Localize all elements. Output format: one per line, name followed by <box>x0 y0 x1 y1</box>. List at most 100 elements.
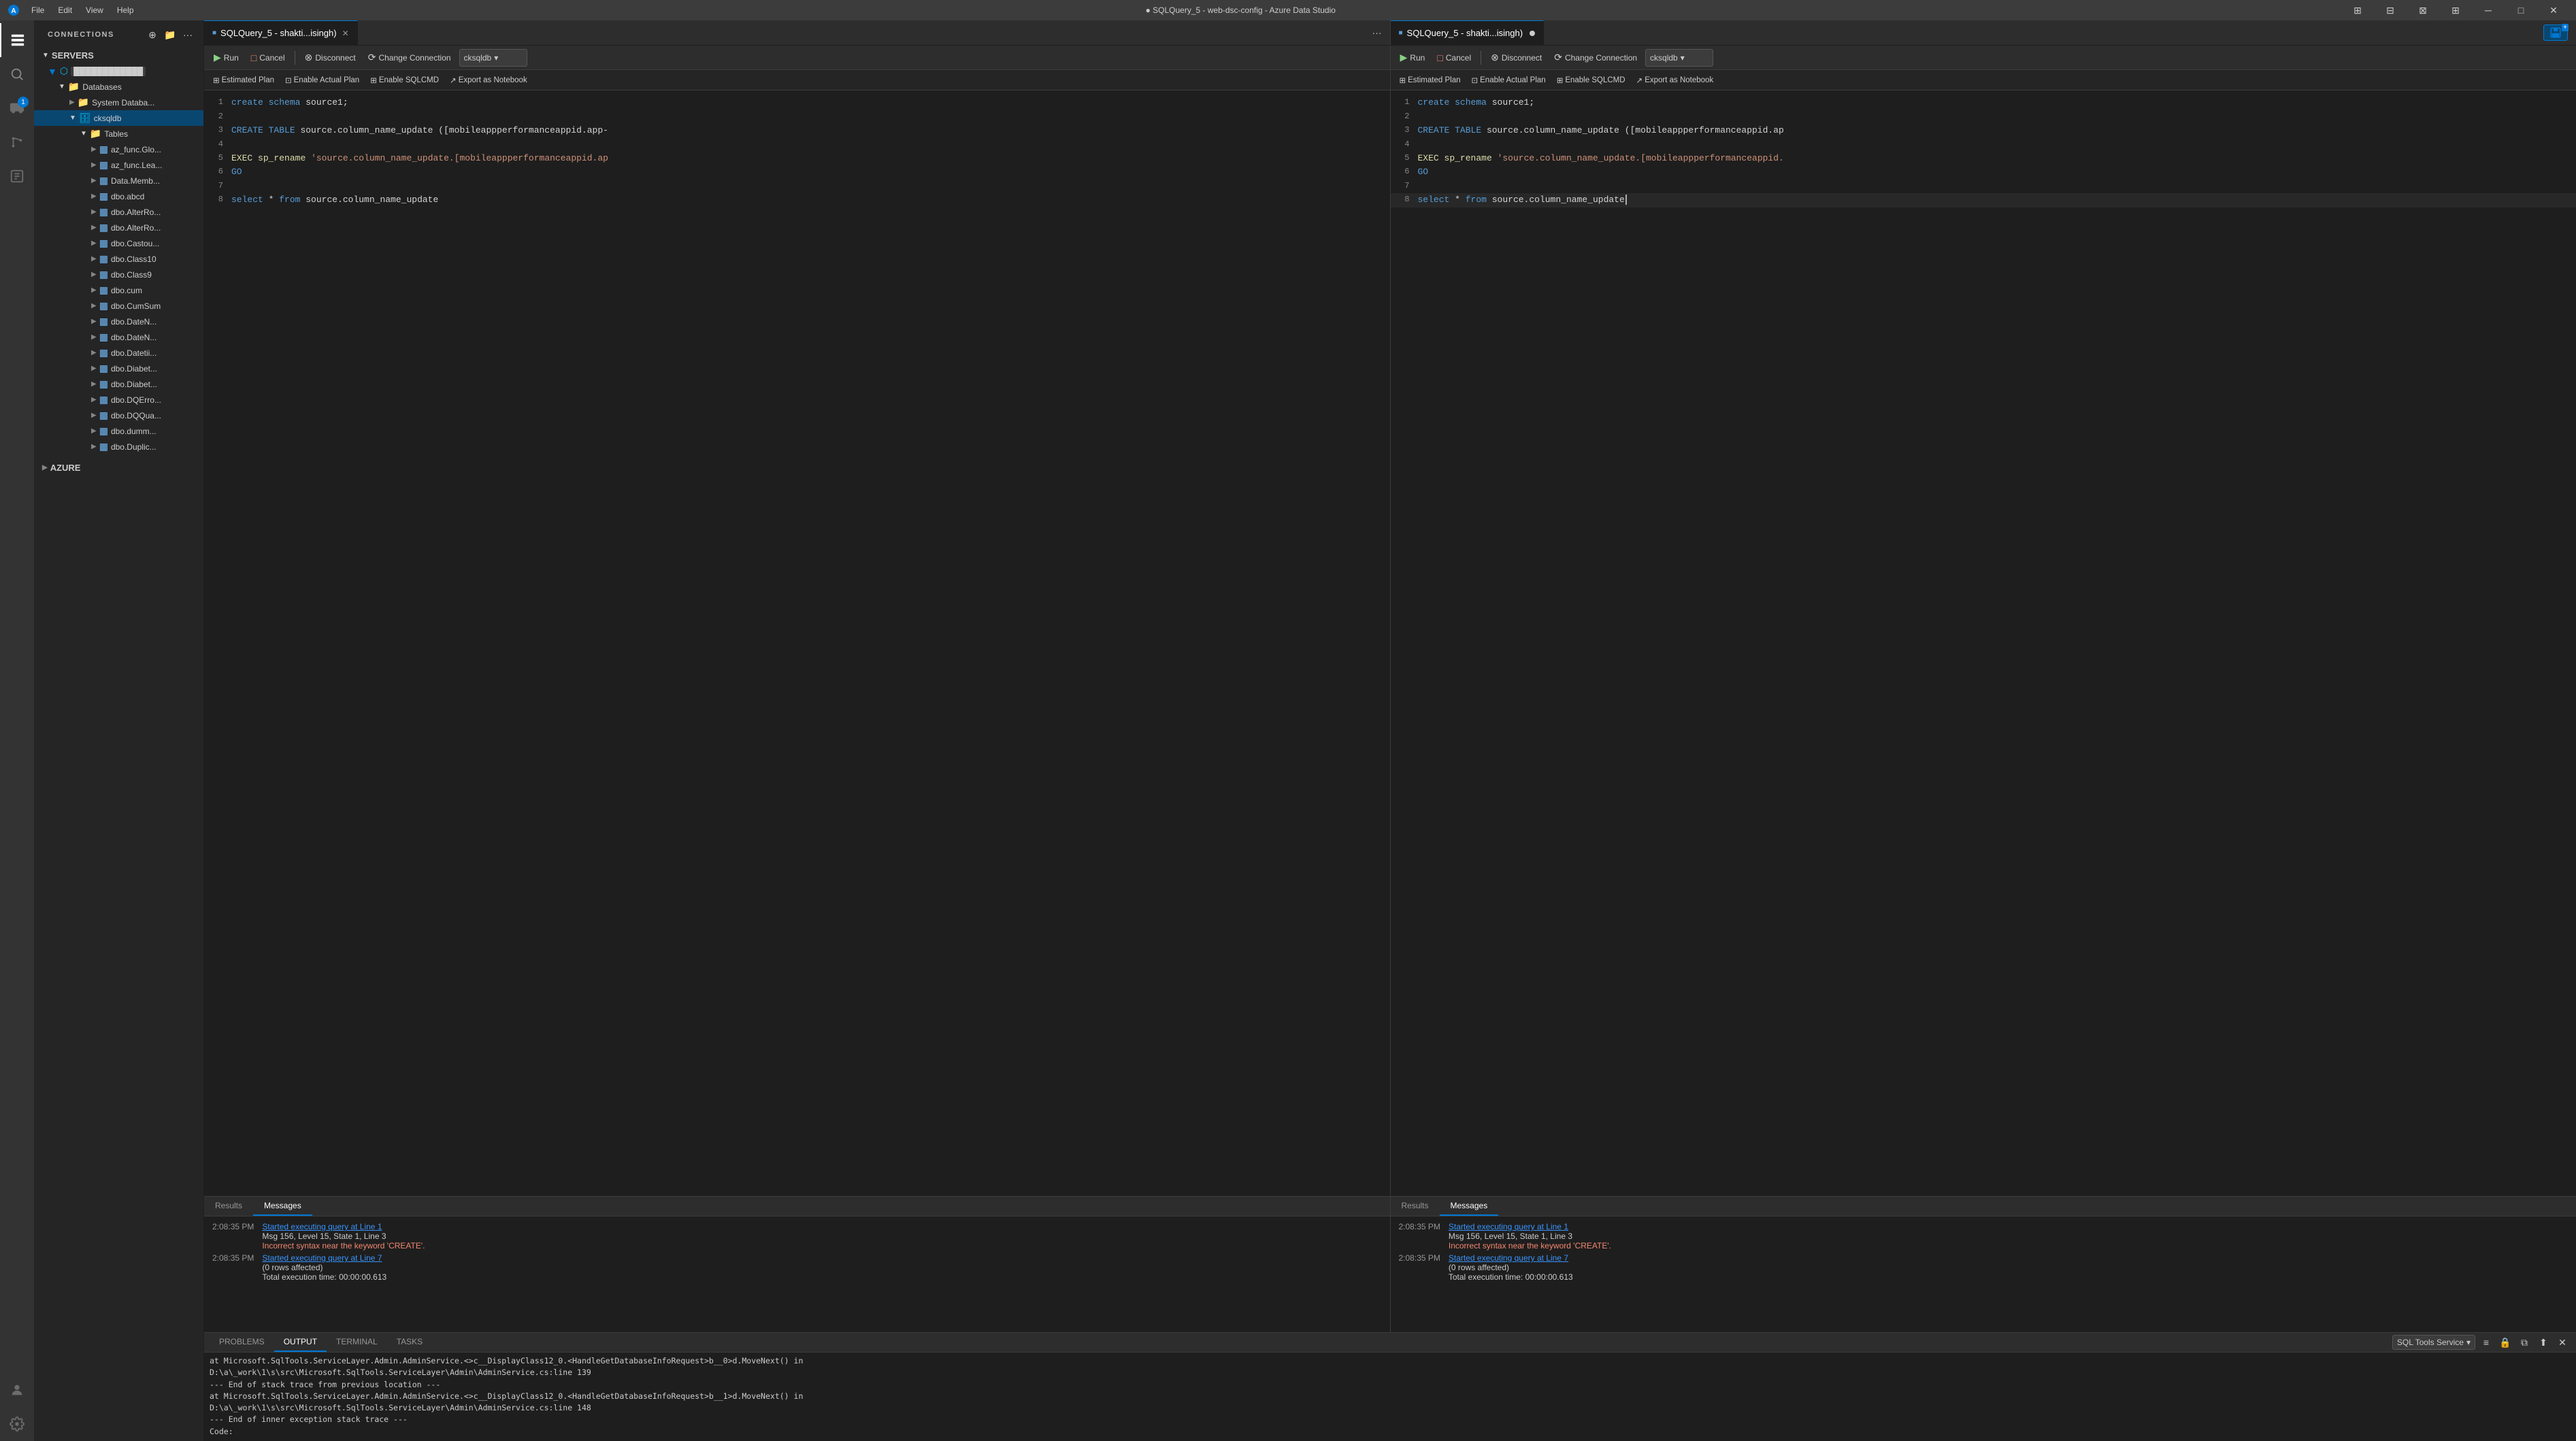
left-tab[interactable]: ■ SQLQuery_5 - shakti...isingh) ✕ <box>204 20 358 45</box>
menu-view[interactable]: View <box>80 4 109 16</box>
bottom-tab-problems[interactable]: PROBLEMS <box>210 1333 274 1352</box>
table-item[interactable]: ▶ ▦ dbo.DQErro... <box>34 392 203 408</box>
close-button[interactable]: ✕ <box>2538 0 2569 20</box>
split-editor-icon[interactable]: ⊟ <box>2375 0 2406 20</box>
msg-link[interactable]: Started executing query at Line 1 <box>262 1222 382 1231</box>
lock-button[interactable]: 🔒 <box>2497 1334 2513 1351</box>
right-actual-plan-button[interactable]: ⊡ Enable Actual Plan <box>1468 74 1549 86</box>
list-view-button[interactable]: ≡ <box>2478 1334 2494 1351</box>
bottom-tab-terminal[interactable]: TERMINAL <box>327 1333 387 1352</box>
cksqldb-item[interactable]: ▼ 🗄 cksqldb <box>34 110 203 126</box>
left-results-panel: Results Messages 2:08:35 PM Started exec… <box>204 1196 1390 1332</box>
table-item[interactable]: ▶ ▦ dbo.AlterRo... <box>34 220 203 235</box>
table-item[interactable]: ▶ ▦ dbo.Diabet... <box>34 361 203 376</box>
table-icon: ▦ <box>99 378 108 390</box>
activity-extensions[interactable]: 1 <box>0 91 34 125</box>
azure-section-header[interactable]: ▶ AZURE <box>34 460 203 476</box>
left-run-button[interactable]: ▶ Run <box>210 50 243 65</box>
left-code-editor[interactable]: 1 create schema source1; 2 3 CREATE TABL… <box>204 90 1390 1196</box>
table-item[interactable]: ▶ ▦ dbo.Castou... <box>34 235 203 251</box>
extensions-badge: 1 <box>18 97 29 107</box>
right-code-editor[interactable]: 1 create schema source1; 2 3 CREATE TABL… <box>1391 90 2576 1196</box>
clear-output-button[interactable]: ⬆ <box>2535 1334 2552 1351</box>
left-results-tab[interactable]: Results <box>204 1197 253 1216</box>
servers-section-header[interactable]: ▼ SERVERS <box>34 48 203 63</box>
left-estimated-plan-button[interactable]: ⊞ Estimated Plan <box>210 74 278 86</box>
menu-help[interactable]: Help <box>112 4 139 16</box>
maximize-button[interactable]: □ <box>2505 0 2537 20</box>
service-dropdown[interactable]: SQL Tools Service ▾ <box>2392 1335 2475 1350</box>
right-results-tab[interactable]: Results <box>1391 1197 1440 1216</box>
activity-settings[interactable] <box>0 1407 34 1441</box>
table-item[interactable]: ▶ ▦ dbo.DateN... <box>34 314 203 329</box>
service-dropdown-value: SQL Tools Service <box>2397 1338 2464 1347</box>
msg-link[interactable]: Started executing query at Line 7 <box>1449 1253 1568 1263</box>
right-run-button[interactable]: ▶ Run <box>1396 50 1430 65</box>
menu-file[interactable]: File <box>26 4 50 16</box>
sidebar-content: ▼ SERVERS ▼ ⬡ ████████████ ▼ 📁 Databases <box>34 48 203 1441</box>
table-item[interactable]: ▶ ▦ dbo.cum <box>34 282 203 298</box>
left-export-notebook-button[interactable]: ↗ Export as Notebook <box>446 74 531 86</box>
close-panel-button[interactable]: ✕ <box>2554 1334 2571 1351</box>
table-item[interactable]: ▶ ▦ dbo.Class10 <box>34 251 203 267</box>
table-item[interactable]: ▶ ▦ dbo.DQQua... <box>34 408 203 423</box>
right-cancel-button[interactable]: □ Cancel <box>1433 51 1475 65</box>
right-sqlcmd-button[interactable]: ⊞ Enable SQLCMD <box>1553 74 1629 86</box>
activity-connections[interactable] <box>0 23 34 57</box>
left-disconnect-button[interactable]: ⊗ Disconnect <box>301 50 360 65</box>
server-item[interactable]: ▼ ⬡ ████████████ <box>34 63 203 79</box>
panel-icon[interactable]: ⊠ <box>2407 0 2439 20</box>
more-actions-button[interactable]: ··· <box>180 27 195 42</box>
table-item[interactable]: ▶ ▦ Data.Memb... <box>34 173 203 188</box>
left-actual-plan-button[interactable]: ⊡ Enable Actual Plan <box>282 74 363 86</box>
table-item[interactable]: ▶ ▦ dbo.Duplic... <box>34 439 203 454</box>
right-change-connection-button[interactable]: ⟳ Change Connection <box>1550 50 1641 65</box>
new-connection-button[interactable]: ⊕ <box>145 27 160 42</box>
activity-git[interactable] <box>0 125 34 159</box>
msg-link[interactable]: Started executing query at Line 7 <box>262 1253 382 1263</box>
right-estimated-plan-button[interactable]: ⊞ Estimated Plan <box>1396 74 1464 86</box>
layout-icon[interactable]: ⊞ <box>2342 0 2373 20</box>
left-tab-close[interactable]: ✕ <box>342 29 349 38</box>
customize-layout-icon[interactable]: ⊞ <box>2440 0 2471 20</box>
table-item[interactable]: ▶ ▦ dbo.abcd <box>34 188 203 204</box>
table-item[interactable]: ▶ ▦ az_func.Lea... <box>34 157 203 173</box>
right-connection-dropdown[interactable]: cksqldb ▾ <box>1645 49 1713 67</box>
table-item[interactable]: ▶ ▦ dbo.dumm... <box>34 423 203 439</box>
bottom-tab-tasks[interactable]: TASKS <box>387 1333 432 1352</box>
table-item[interactable]: ▶ ▦ dbo.DateN... <box>34 329 203 345</box>
code-line: 7 <box>204 180 1390 193</box>
dropdown-arrow-icon: ▾ <box>1681 53 1685 63</box>
right-disconnect-button[interactable]: ⊗ Disconnect <box>1487 50 1546 65</box>
activity-account[interactable] <box>0 1373 34 1407</box>
activity-notebooks[interactable] <box>0 159 34 193</box>
left-cancel-button[interactable]: □ Cancel <box>247 51 289 65</box>
table-item[interactable]: ▶ ▦ dbo.Class9 <box>34 267 203 282</box>
left-change-connection-button[interactable]: ⟳ Change Connection <box>364 50 455 65</box>
right-query-toolbar: ▶ Run □ Cancel ⊗ Disconnect ⟳ Change Co <box>1391 46 2576 70</box>
left-sqlcmd-button[interactable]: ⊞ Enable SQLCMD <box>367 74 442 86</box>
right-tab[interactable]: ■ SQLQuery_5 - shakti...isingh) <box>1391 20 1545 45</box>
left-connection-dropdown[interactable]: cksqldb ▾ <box>459 49 527 67</box>
save-layout-button[interactable]: + <box>2543 24 2568 41</box>
msg-link[interactable]: Started executing query at Line 1 <box>1449 1222 1568 1231</box>
table-icon: ▦ <box>99 222 108 233</box>
right-export-notebook-button[interactable]: ↗ Export as Notebook <box>1633 74 1717 86</box>
bottom-tab-output[interactable]: OUTPUT <box>274 1333 327 1352</box>
activity-search[interactable] <box>0 57 34 91</box>
left-messages-tab[interactable]: Messages <box>253 1197 312 1216</box>
databases-folder[interactable]: ▼ 📁 Databases <box>34 79 203 95</box>
tables-folder[interactable]: ▼ 📁 Tables <box>34 126 203 142</box>
table-item[interactable]: ▶ ▦ dbo.CumSum <box>34 298 203 314</box>
table-item[interactable]: ▶ ▦ dbo.Diabet... <box>34 376 203 392</box>
menu-edit[interactable]: Edit <box>52 4 78 16</box>
left-tab-more[interactable]: ··· <box>1370 25 1385 40</box>
system-databases-item[interactable]: ▶ 📁 System Databa... <box>34 95 203 110</box>
table-item[interactable]: ▶ ▦ az_func.Glo... <box>34 142 203 157</box>
table-item[interactable]: ▶ ▦ dbo.AlterRo... <box>34 204 203 220</box>
right-messages-tab[interactable]: Messages <box>1440 1197 1499 1216</box>
copy-output-button[interactable]: ⧉ <box>2516 1334 2532 1351</box>
table-item[interactable]: ▶ ▦ dbo.Datetii... <box>34 345 203 361</box>
new-folder-button[interactable]: 📁 <box>163 27 178 42</box>
minimize-button[interactable]: ─ <box>2473 0 2504 20</box>
